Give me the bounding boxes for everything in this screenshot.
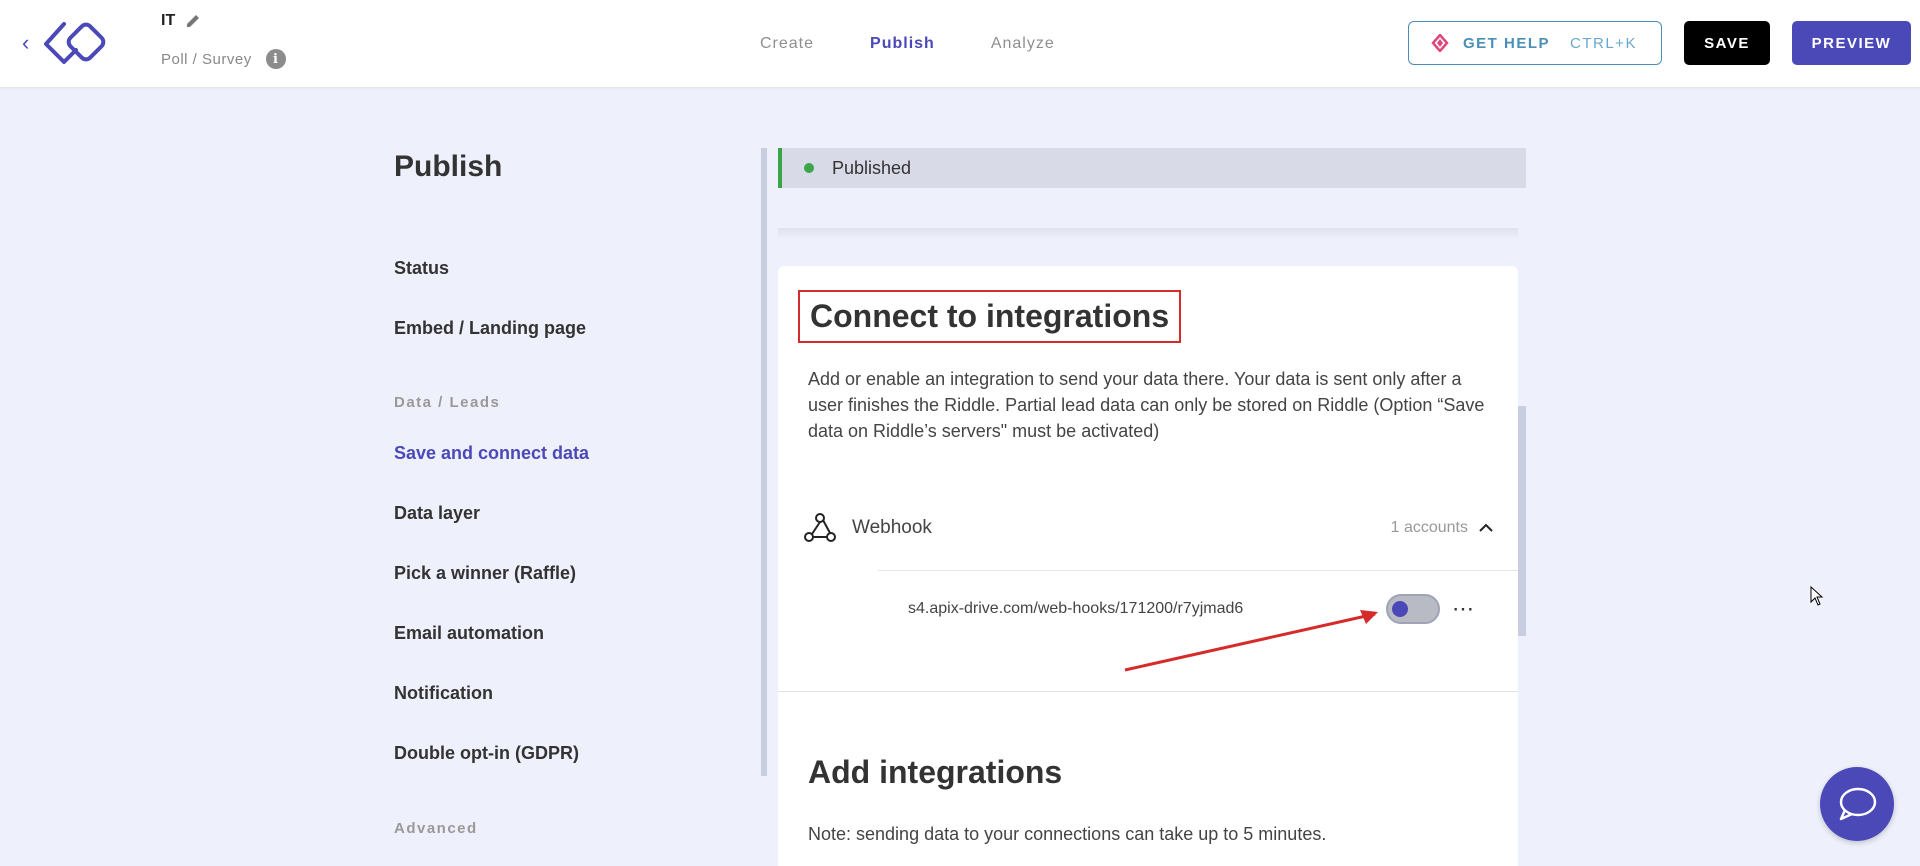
toggle-knob — [1392, 601, 1408, 617]
accounts-toggle[interactable]: 1 accounts — [1391, 519, 1494, 537]
tab-analyze[interactable]: Analyze — [991, 35, 1055, 53]
webhook-name: Webhook — [852, 517, 932, 538]
preview-button[interactable]: PREVIEW — [1792, 21, 1911, 65]
accounts-count: 1 accounts — [1390, 519, 1468, 536]
sidebar-item-pick-winner[interactable]: Pick a winner (Raffle) — [394, 563, 576, 584]
mouse-cursor-icon — [1810, 586, 1824, 606]
page-title: Publish — [394, 150, 503, 183]
info-icon[interactable]: i — [265, 49, 286, 69]
pencil-icon[interactable] — [185, 13, 201, 29]
get-help-shortcut: CTRL+K — [1570, 34, 1637, 52]
add-integrations-note: Note: sending data to your connections c… — [808, 824, 1327, 844]
get-help-label: GET HELP — [1463, 34, 1551, 52]
project-type-text: Poll / Survey — [161, 50, 252, 68]
card-scrollbar[interactable] — [1518, 406, 1526, 636]
sidebar-section-data-leads: Data / Leads — [394, 394, 501, 411]
top-header: ‹ IT Poll / Survey i Create Publish Anal… — [0, 0, 1920, 88]
webhook-icon — [804, 513, 836, 542]
sidebar-item-embed[interactable]: Embed / Landing page — [394, 318, 586, 339]
connect-integrations-description: Add or enable an integration to send you… — [808, 369, 1485, 441]
status-dot-icon — [804, 163, 814, 173]
chevron-up-icon — [1479, 523, 1493, 532]
main-tabs: Create Publish Analyze — [760, 0, 1055, 88]
sidebar-item-data-layer[interactable]: Data layer — [394, 503, 480, 524]
sidebar-item-status[interactable]: Status — [394, 258, 449, 279]
tab-publish[interactable]: Publish — [870, 35, 935, 53]
add-integrations-title: Add integrations — [808, 754, 1063, 790]
save-button[interactable]: SAVE — [1684, 21, 1770, 65]
chat-bubble-icon — [1839, 787, 1877, 821]
integrations-card: Connect to integrations Add or enable an… — [778, 266, 1518, 866]
account-divider — [878, 570, 1518, 571]
back-chevron-icon[interactable]: ‹ — [22, 30, 38, 55]
status-banner: Published — [778, 148, 1526, 188]
more-options-icon[interactable]: ⋯ — [1452, 596, 1482, 621]
get-help-button[interactable]: GET HELP CTRL+K — [1408, 21, 1662, 65]
sidebar-item-notification[interactable]: Notification — [394, 683, 493, 704]
tab-create[interactable]: Create — [760, 35, 814, 53]
help-diamond-icon — [1431, 34, 1449, 52]
project-type: Poll / Survey i — [161, 49, 286, 69]
connect-integrations-title: Connect to integrations — [798, 290, 1182, 343]
status-text: Published — [832, 157, 912, 178]
chat-button[interactable] — [1820, 767, 1894, 841]
project-title: IT — [161, 12, 201, 30]
webhook-enable-toggle[interactable] — [1386, 594, 1440, 624]
sidebar-item-email-automation[interactable]: Email automation — [394, 623, 544, 644]
riddle-logo[interactable] — [42, 18, 114, 68]
webhook-integration-row[interactable]: Webhook 1 accounts — [802, 508, 1494, 548]
sidebar-item-double-opt-in[interactable]: Double opt-in (GDPR) — [394, 743, 579, 764]
section-shadow — [778, 228, 1518, 240]
sidebar-item-save-connect-data[interactable]: Save and connect data — [394, 443, 589, 464]
section-divider — [778, 691, 1518, 692]
content-scrollbar[interactable] — [761, 148, 767, 776]
project-title-text: IT — [161, 12, 176, 29]
webhook-account-url: s4.apix-drive.com/web-hooks/171200/r7yjm… — [908, 600, 1244, 617]
sidebar-section-advanced: Advanced — [394, 820, 478, 837]
